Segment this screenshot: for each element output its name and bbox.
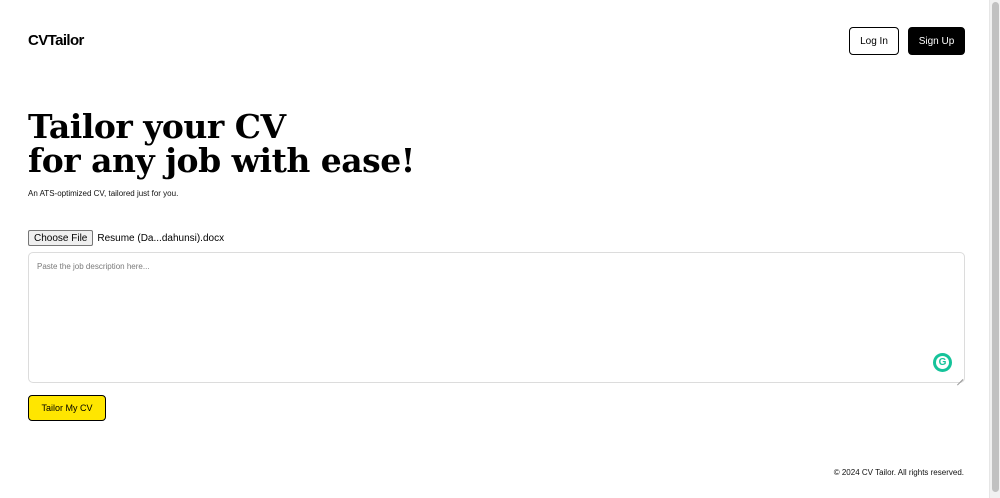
choose-file-button[interactable]: Choose File xyxy=(28,230,94,246)
hero-title: Tailor your CV for any job with ease! xyxy=(28,110,415,178)
hero-subtitle: An ATS-optimized CV, tailored just for y… xyxy=(28,189,179,198)
job-description-textarea[interactable] xyxy=(28,252,965,383)
page: CVTailor Log In Sign Up Tailor your CV f… xyxy=(0,0,989,498)
tailor-cv-button[interactable]: Tailor My CV xyxy=(28,395,106,421)
hero-title-line-1: Tailor your CV xyxy=(28,107,286,146)
vertical-scrollbar[interactable] xyxy=(989,0,1000,498)
selected-file-name: Resume (Da...dahunsi).docx xyxy=(97,232,225,244)
grammarly-icon[interactable]: G xyxy=(933,353,952,372)
file-input[interactable]: Choose File Resume (Da...dahunsi).docx xyxy=(28,230,224,246)
textarea-resize-handle[interactable] xyxy=(956,374,963,381)
scrollbar-thumb[interactable] xyxy=(992,2,999,492)
signup-button[interactable]: Sign Up xyxy=(908,27,965,55)
logo[interactable]: CVTailor xyxy=(28,32,84,49)
hero-title-line-2: for any job with ease! xyxy=(28,141,415,180)
grammarly-glyph: G xyxy=(936,356,949,369)
footer-copyright: © 2024 CV Tailor. All rights reserved. xyxy=(833,468,964,477)
login-button[interactable]: Log In xyxy=(849,27,899,55)
